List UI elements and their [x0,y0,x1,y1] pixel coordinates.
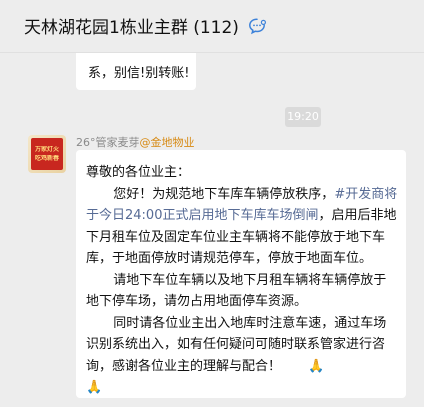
sender-name[interactable]: 26°管家麦芽 [76,136,140,149]
group-title[interactable]: 天林湖花园1栋业主群 (112) [24,13,239,38]
message-signoff: 🙏 [86,377,398,399]
paragraph-1-start: 您好！为规范地下车库车辆停放秩序， [113,186,335,202]
paragraph-3-text: 同时请各位业主出入地库时注意车速，通过车场识别系统出入，如有任何疑问可随时联系管… [86,315,387,374]
avatar-text-line: 吃鸡新春 [34,155,59,162]
sender-label: 26°管家麦芽@金地物业 [76,134,195,150]
chat-bubble-icon[interactable] [248,17,266,35]
sender-org: @金地物业 [139,136,195,149]
previous-message-bubble[interactable]: 系，别信!别转账! [76,53,196,90]
header-divider [0,52,424,53]
chat-header: 天林湖花园1栋业主群 (112) [0,0,424,52]
pray-icon: 🙏 [308,358,325,374]
message-greeting: 尊敬的各位业主： [86,165,191,180]
message-text: 尊敬的各位业主： 您好！为规范地下车库车辆停放秩序，#开发商将于今日24:00正… [86,162,398,399]
message-bubble[interactable]: 尊敬的各位业主： 您好！为规范地下车库车辆停放秩序，#开发商将于今日24:00正… [76,150,406,398]
previous-message-text: 系，别信!别转账! [88,66,190,81]
pray-icon: 🙏 [86,380,103,395]
message-paragraph-3: 同时请各位业主出入地库时注意车速，通过车场识别系统出入，如有任何疑问可随时联系管… [86,313,398,378]
avatar-text-line: 万家灯火 [34,146,59,153]
message-paragraph-2: 请地下车位车辆以及地下月租车辆将车辆停放于地下停车场，请勿占用地面停车资源。 [86,272,387,310]
message-timestamp: 19:20 [285,107,321,127]
avatar[interactable]: 万家灯火 吃鸡新春 [28,135,66,173]
message-paragraph-1: 您好！为规范地下车库车辆停放秩序，#开发商将于今日24:00正式启用地下车库车场… [86,184,398,270]
avatar-badge: 万家灯火 吃鸡新春 [31,138,63,170]
